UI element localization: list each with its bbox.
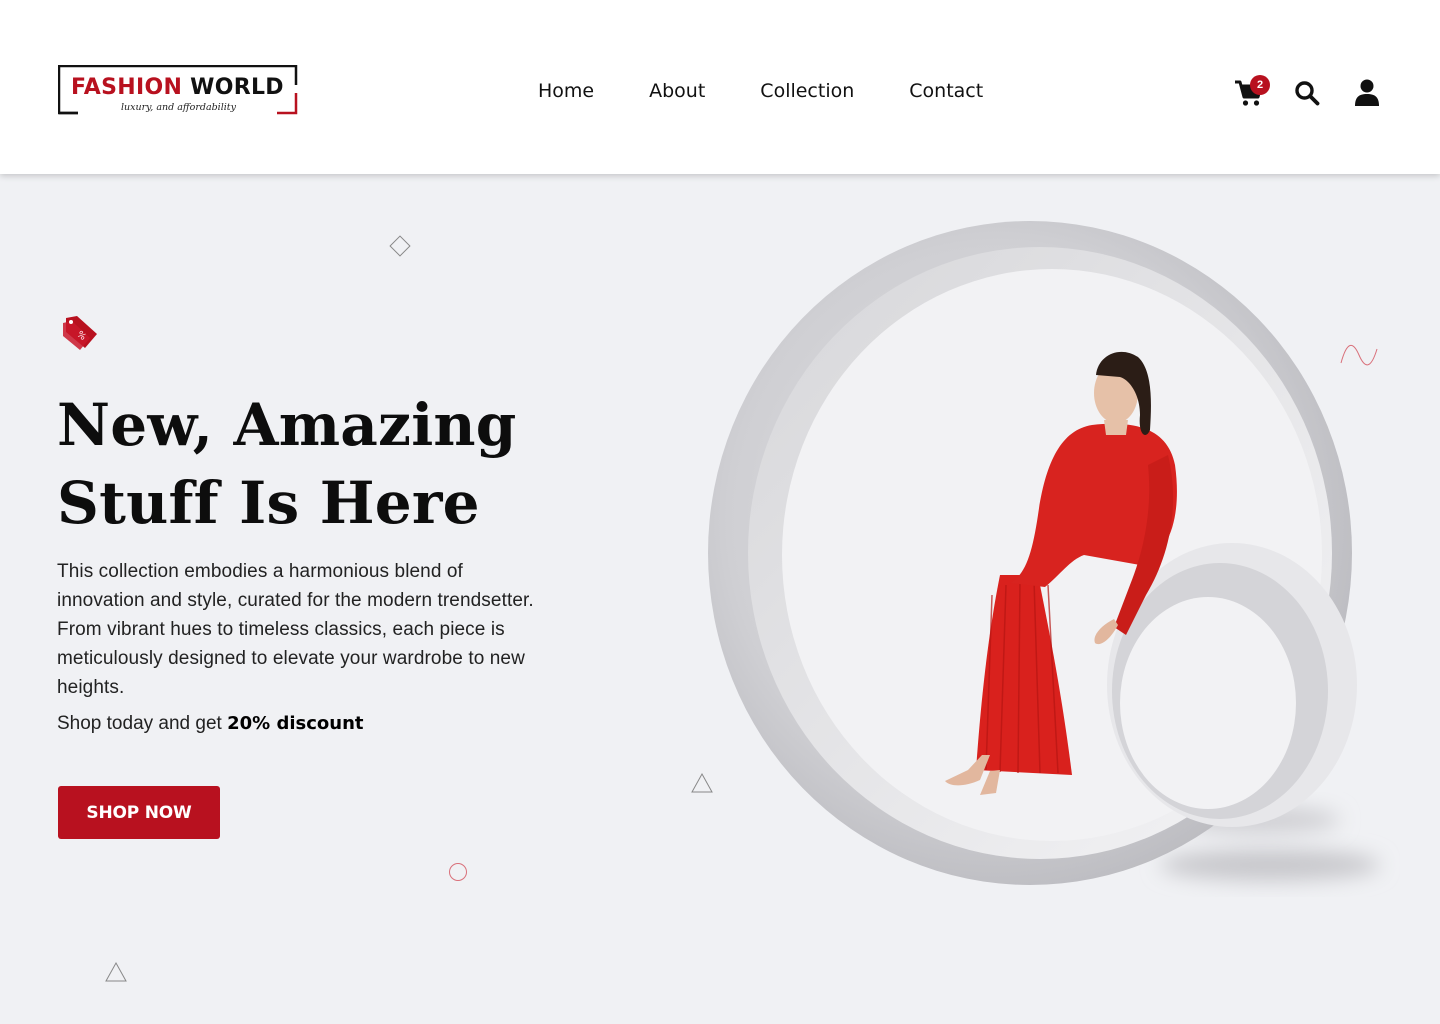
nav-contact-link[interactable]: Contact <box>909 80 983 102</box>
hero-description-line: This collection embodies a harmonious bl… <box>57 561 463 582</box>
shop-now-button[interactable]: SHOP NOW <box>58 786 220 839</box>
hero-description: This collection embodies a harmonious bl… <box>57 557 577 702</box>
hero-model-image <box>708 221 1380 885</box>
hero-headline-line2: Stuff Is Here <box>57 469 480 537</box>
brand-name: FASHION WORLD <box>71 75 284 100</box>
hero-headline: New, Amazing Stuff Is Here <box>57 386 577 542</box>
brand-name-part1: FASHION <box>71 75 183 100</box>
diamond-decoration-icon <box>389 235 411 257</box>
circle-decoration-icon <box>449 863 467 881</box>
nav-about-link[interactable]: About <box>649 80 705 102</box>
promo-text: Shop today and get 20% discount <box>57 713 363 735</box>
cart-count-badge: 2 <box>1250 75 1270 95</box>
triangle-decoration-icon <box>105 961 127 982</box>
hero-headline-line1: New, Amazing <box>57 391 517 459</box>
search-icon[interactable] <box>1294 80 1320 106</box>
nav-collection-link[interactable]: Collection <box>760 80 854 102</box>
site-header: FASHION WORLD luxury, and affordability … <box>0 0 1440 174</box>
hero-description-line: heights. <box>57 677 125 698</box>
hero-description-line: From vibrant hues to timeless classics, … <box>57 619 505 640</box>
brand-tagline: luxury, and affordability <box>121 102 236 113</box>
hero-description-line: innovation and style, curated for the mo… <box>57 590 534 611</box>
promo-prefix: Shop today and get <box>57 713 222 734</box>
price-tag-icon: % <box>63 316 97 350</box>
main-nav: Home About Collection Contact <box>538 80 983 102</box>
nav-home-link[interactable]: Home <box>538 80 594 102</box>
user-icon[interactable] <box>1355 79 1379 107</box>
hero-description-line: meticulously designed to elevate your wa… <box>57 648 525 669</box>
brand-name-part2: WORLD <box>190 75 284 100</box>
brand-logo[interactable]: FASHION WORLD luxury, and affordability <box>58 65 298 115</box>
promo-discount: 20% discount <box>227 713 364 734</box>
